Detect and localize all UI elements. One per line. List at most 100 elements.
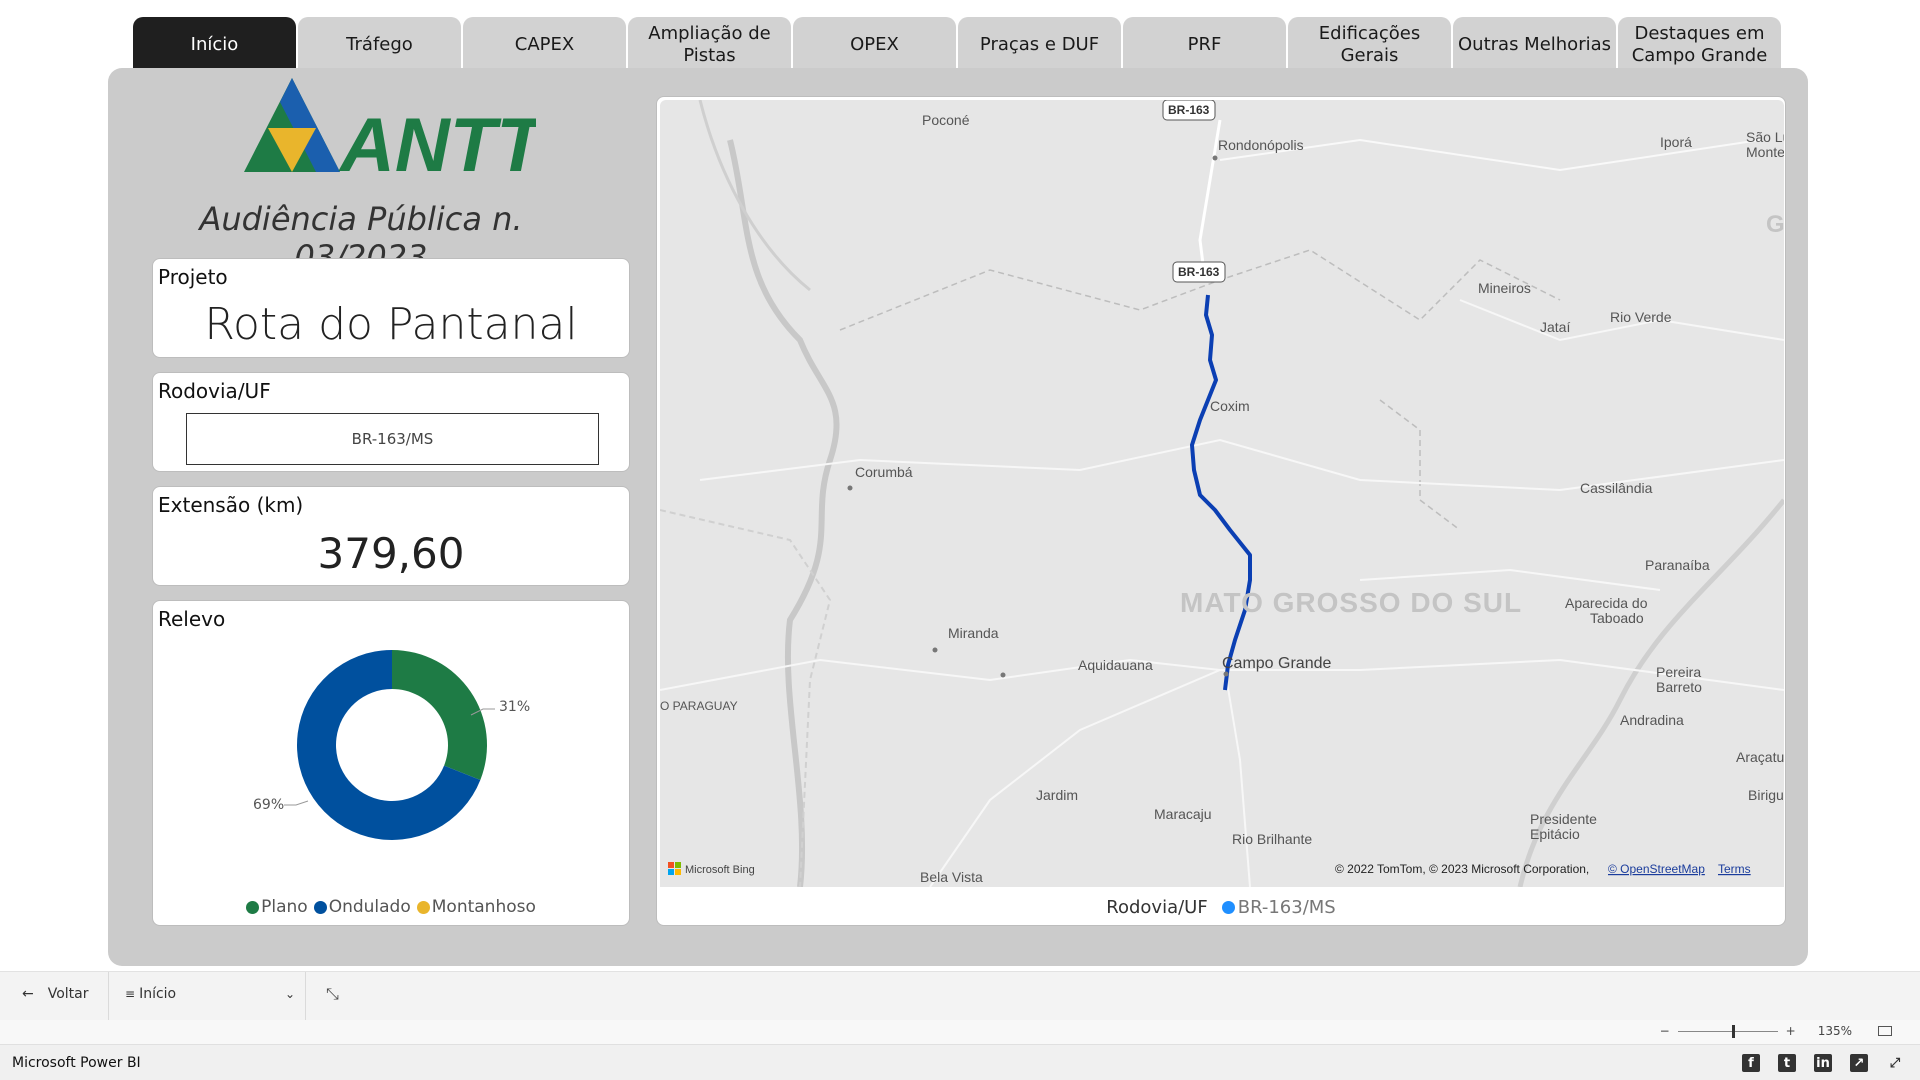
twitter-icon[interactable]: t <box>1778 1054 1796 1072</box>
svg-text:Presidente: Presidente <box>1530 811 1597 827</box>
map-legend-dot <box>1221 901 1235 914</box>
svg-text:Taboado: Taboado <box>1590 610 1644 626</box>
arrow-left-icon: ← <box>22 986 34 1002</box>
back-label: Voltar <box>47 986 89 1002</box>
legend-montanhoso[interactable]: Montanhoso <box>416 897 536 917</box>
tab-outras[interactable]: Outras Melhorias <box>1453 17 1616 69</box>
map-visual: BR-163 BR-163 Poconé Rondonópolis Iporá … <box>656 96 1786 926</box>
zoom-slider-thumb[interactable] <box>1731 1024 1735 1038</box>
legend-ondulado[interactable]: Ondulado <box>313 897 411 917</box>
legend-label-plano: Plano <box>261 897 308 917</box>
svg-text:Araçatu: Araçatu <box>1736 749 1784 765</box>
map-legend-label: BR-163/MS <box>1237 897 1336 918</box>
svg-text:Monte: Monte <box>1746 144 1784 160</box>
tab-opex[interactable]: OPEX <box>793 17 956 69</box>
zoom-out-button[interactable]: − <box>1660 1024 1670 1038</box>
svg-text:Miranda: Miranda <box>948 625 999 641</box>
report-canvas: Início Tráfego CAPEX Ampliação de Pistas… <box>97 0 1824 971</box>
donut-slice-plano[interactable] <box>392 650 487 780</box>
extensao-title: Extensão (km) <box>158 493 304 517</box>
route-br163[interactable] <box>1190 294 1252 691</box>
svg-text:MATO GROSSO DO SUL: MATO GROSSO DO SUL <box>1180 587 1522 618</box>
svg-text:Rondonópolis: Rondonópolis <box>1218 137 1304 153</box>
tab-trafego[interactable]: Tráfego <box>298 17 461 69</box>
legend-label-ondulado: Ondulado <box>328 897 411 917</box>
legend-plano[interactable]: Plano <box>246 897 308 917</box>
svg-text:Bela Vista: Bela Vista <box>920 869 983 885</box>
svg-text:BR-163: BR-163 <box>1178 265 1220 279</box>
facebook-icon[interactable]: f <box>1742 1054 1760 1072</box>
tab-inicio[interactable]: Início <box>133 17 296 69</box>
main-panel: ANTT Audiência Pública n. 03/2023 Projet… <box>108 68 1808 966</box>
svg-text:Microsoft Bing: Microsoft Bing <box>685 864 755 876</box>
projeto-title: Projeto <box>158 265 228 289</box>
svg-text:São Lu: São Lu <box>1746 129 1784 145</box>
label-plano: 31% <box>499 699 530 715</box>
zoom-bar: − + 135% <box>0 1020 1920 1044</box>
svg-text:Coxim: Coxim <box>1210 398 1250 414</box>
svg-text:Cassilândia: Cassilândia <box>1580 480 1653 496</box>
tab-capex[interactable]: CAPEX <box>463 17 626 69</box>
tab-pracas[interactable]: Praças e DUF <box>958 17 1121 69</box>
share-icon[interactable]: ↗ <box>1850 1054 1868 1072</box>
rodovia-card: Rodovia/UF BR-163/MS <box>152 372 630 472</box>
rodovia-title: Rodovia/UF <box>158 379 271 403</box>
svg-text:G: G <box>1766 211 1784 238</box>
collapse-icon[interactable]: ⤡ <box>326 984 339 1004</box>
extensao-card: Extensão (km) 379,60 <box>152 486 630 586</box>
brand-label: Microsoft Power BI <box>12 1055 141 1071</box>
svg-text:Poconé: Poconé <box>922 112 970 128</box>
relevo-card: Relevo 31% 69% Plano Ondulado Montanhoso <box>152 600 630 926</box>
projeto-card: Projeto Rota do Pantanal <box>152 258 630 358</box>
legend-dot-montanhoso <box>416 900 430 914</box>
svg-text:Birigu: Birigu <box>1748 787 1784 803</box>
svg-text:O PARAGUAY: O PARAGUAY <box>660 699 738 713</box>
rodovia-slicer[interactable]: BR-163/MS <box>186 413 599 465</box>
svg-text:Campo Grande: Campo Grande <box>1222 655 1331 672</box>
legend-label-montanhoso: Montanhoso <box>431 897 536 917</box>
legend-dot-plano <box>246 900 260 914</box>
svg-text:Jataí: Jataí <box>1540 319 1570 335</box>
list-icon: ≡ <box>125 987 136 1001</box>
expand-icon[interactable]: ⤢ <box>1886 1054 1904 1072</box>
zoom-in-button[interactable]: + <box>1786 1024 1796 1038</box>
svg-text:Rio Verde: Rio Verde <box>1610 309 1672 325</box>
legend-dot-ondulado <box>313 900 327 914</box>
svg-text:Rio Brilhante: Rio Brilhante <box>1232 831 1312 847</box>
page-selector[interactable]: ≡ Início ⌄ <box>125 986 295 1002</box>
svg-text:Maracaju: Maracaju <box>1154 806 1212 822</box>
fit-page-icon[interactable] <box>1878 1026 1892 1036</box>
leader-ondulado <box>284 800 309 806</box>
svg-text:Corumbá: Corumbá <box>855 464 913 480</box>
tab-destaques[interactable]: Destaques em Campo Grande <box>1618 17 1781 69</box>
zoom-level: 135% <box>1817 1024 1852 1038</box>
svg-text:© 2022 TomTom, © 2023 Microsof: © 2022 TomTom, © 2023 Microsoft Corporat… <box>1335 862 1589 876</box>
tab-edificacoes[interactable]: Edificações Gerais <box>1288 17 1451 69</box>
svg-text:Terms: Terms <box>1718 862 1751 876</box>
svg-text:Pereira: Pereira <box>1656 664 1701 680</box>
page-navigation-bar: ← Voltar ≡ Início ⌄ ⤡ <box>0 971 1920 1021</box>
tab-prf[interactable]: PRF <box>1123 17 1286 69</box>
linkedin-icon[interactable]: in <box>1814 1054 1832 1072</box>
svg-text:© OpenStreetMap: © OpenStreetMap <box>1608 862 1705 876</box>
svg-text:Jardim: Jardim <box>1036 787 1078 803</box>
map-legend-item[interactable]: BR-163/MS <box>1221 897 1336 918</box>
footer-bar: Microsoft Power BI f t in ↗ ⤢ <box>0 1044 1920 1080</box>
svg-text:BR-163: BR-163 <box>1168 103 1210 117</box>
back-button[interactable]: ← Voltar <box>22 986 89 1002</box>
extensao-value: 379,60 <box>317 529 465 578</box>
chevron-down-icon: ⌄ <box>284 987 295 1001</box>
svg-text:Epitácio: Epitácio <box>1530 826 1580 842</box>
svg-text:Iporá: Iporá <box>1660 134 1692 150</box>
antt-logo: ANTT <box>244 78 536 176</box>
svg-text:Mineiros: Mineiros <box>1478 280 1531 296</box>
map-canvas[interactable]: BR-163 BR-163 Poconé Rondonópolis Iporá … <box>660 100 1784 887</box>
map-svg: BR-163 BR-163 Poconé Rondonópolis Iporá … <box>660 100 1784 887</box>
svg-text:Paranaíba: Paranaíba <box>1645 557 1710 573</box>
zoom-slider[interactable] <box>1677 1024 1778 1038</box>
share-icons: f t in ↗ ⤢ <box>1742 1054 1904 1072</box>
map-legend-title: Rodovia/UF <box>1106 897 1208 918</box>
svg-text:Barreto: Barreto <box>1656 679 1702 695</box>
page-selector-label: Início <box>139 986 177 1002</box>
tab-ampliacao[interactable]: Ampliação de Pistas <box>628 17 791 69</box>
